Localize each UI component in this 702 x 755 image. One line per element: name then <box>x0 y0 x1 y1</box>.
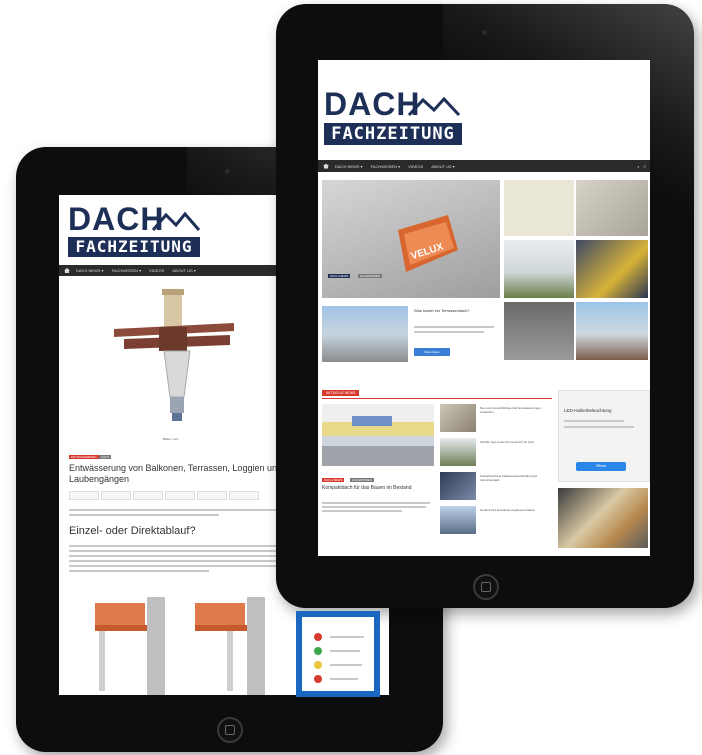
list-thumb[interactable] <box>440 438 476 466</box>
article-headline: Entwässerung von Balkonen, Terrassen, Lo… <box>69 463 282 484</box>
legend-red-dot <box>314 633 322 641</box>
camera <box>482 30 487 35</box>
hero-tag-fachwissen[interactable]: FACHWISSEN <box>358 274 382 278</box>
nav-item-fachwissen[interactable]: FACHWISSEN ▾ <box>112 268 142 273</box>
legend-card-inner <box>302 617 374 691</box>
front-screen: DACH FACHZEITUNG DACH NEWS ▾ FACHWISSEN … <box>318 60 650 556</box>
hero-window-graphic: VELUX <box>398 215 458 272</box>
legend-card <box>296 611 380 697</box>
share-button-1[interactable] <box>69 491 99 500</box>
thumb-roof-sheet[interactable] <box>576 180 648 236</box>
ad-image[interactable] <box>322 306 408 362</box>
list-item-2[interactable]: Schiffer legt neues Firmenarchiv für Hol… <box>480 440 550 444</box>
roof-logo-icon <box>408 96 460 116</box>
camera <box>225 169 230 174</box>
nav-item-fachwissen[interactable]: FACHWISSEN ▾ <box>371 164 401 169</box>
main-nav: DACH NEWS ▾ FACHWISSEN ▾ VIDEOS ABOUT US… <box>318 160 650 172</box>
hero-tag-news[interactable]: DACH NEWS <box>328 274 351 278</box>
list-thumb[interactable] <box>440 506 476 534</box>
section-label: AKTUELLE NEWS <box>322 390 360 396</box>
text-line <box>322 506 426 508</box>
share-button-3[interactable] <box>133 491 163 500</box>
side-ad-line <box>564 420 624 422</box>
menu-icon[interactable]: ≡ <box>644 164 646 169</box>
feature-title[interactable]: Kompaktdach für das Bauen im Bestand <box>322 485 432 491</box>
text-line <box>69 560 297 562</box>
side-ad-line <box>564 426 634 428</box>
feature-tag-fachwissen[interactable]: FACHWISSEN <box>350 478 374 482</box>
drain-product-image <box>114 289 234 421</box>
legend-green-dot <box>314 647 322 655</box>
thumb-flat-roof[interactable] <box>504 180 574 236</box>
thumb-church[interactable] <box>576 302 648 360</box>
list-item-1[interactable]: Neu und zukunftsfähige Dachentwässerunge… <box>480 406 550 414</box>
thumb-house[interactable] <box>504 240 574 298</box>
ad-text-line <box>414 326 494 328</box>
legend-line <box>330 664 362 666</box>
text-line <box>69 509 279 511</box>
text-line <box>69 550 294 552</box>
legend-yellow-dot <box>314 661 322 669</box>
legend-line <box>330 678 358 680</box>
home-button[interactable] <box>217 717 243 743</box>
nav-item-about[interactable]: ABOUT US ▾ <box>431 164 455 169</box>
nav-item-about[interactable]: ABOUT US ▾ <box>172 268 196 273</box>
nav-item-videos[interactable]: VIDEOS <box>408 164 423 169</box>
site-logo[interactable]: DACH <box>324 86 420 123</box>
section-heading: Einzel- oder Direktablauf? <box>69 525 196 537</box>
section-rule <box>322 398 552 399</box>
list-item-4[interactable]: Neuheit fürs Entwässerungsbauvorhaben <box>480 508 550 512</box>
side-ad-button[interactable]: Öffnen <box>576 462 626 471</box>
share-button-6[interactable] <box>229 491 259 500</box>
thumb-skylight[interactable] <box>504 302 574 360</box>
share-button-4[interactable] <box>165 491 195 500</box>
feature-tag-news[interactable]: DACH NEWS <box>322 478 345 482</box>
search-icon[interactable]: ⌕ <box>637 164 639 169</box>
roof-logo-icon <box>152 211 200 231</box>
nav-item-news[interactable]: DACH NEWS ▾ <box>335 164 363 169</box>
legend-red-dot <box>314 675 322 683</box>
text-line <box>69 555 301 557</box>
site-logo[interactable]: DACH <box>68 201 164 238</box>
site-logo-subtitle[interactable]: FACHZEITUNG <box>324 123 462 145</box>
ad-text-line <box>414 331 484 333</box>
list-thumb[interactable] <box>440 472 476 500</box>
list-item-3[interactable]: Kesselsteinfreie Kaltwasserbehandlung be… <box>480 474 550 482</box>
front-tablet: DACH FACHZEITUNG DACH NEWS ▾ FACHWISSEN … <box>276 4 694 608</box>
ad-title: Was kostet ein Terrassendach? <box>414 308 470 313</box>
ad-button[interactable]: Weiterlesen <box>414 348 450 356</box>
home-icon[interactable] <box>323 163 329 169</box>
thumb-machine[interactable] <box>576 240 648 298</box>
tag-entwaesserung[interactable]: ENTWÄSSERUNG <box>69 455 99 459</box>
side-image[interactable] <box>558 488 648 548</box>
share-button-2[interactable] <box>101 491 131 500</box>
site-logo-subtitle[interactable]: FACHZEITUNG <box>68 237 200 257</box>
text-line <box>322 502 430 504</box>
feature-image-compact-roof[interactable] <box>322 404 434 466</box>
text-line <box>69 545 299 547</box>
tag-haus[interactable]: HAUS <box>99 455 112 459</box>
nav-item-news[interactable]: DACH NEWS ▾ <box>76 268 104 273</box>
list-thumb[interactable] <box>440 404 476 432</box>
text-line <box>69 570 209 572</box>
home-icon[interactable] <box>64 268 70 273</box>
legend-line <box>330 636 364 638</box>
image-caption: Bilder: Loro <box>163 437 179 441</box>
text-line <box>69 565 289 567</box>
text-line <box>322 510 402 512</box>
text-line <box>69 514 219 516</box>
side-ad-title: LED-Hallenbeleuchtung <box>564 408 612 413</box>
share-button-5[interactable] <box>197 491 227 500</box>
nav-item-videos[interactable]: VIDEOS <box>149 268 164 273</box>
balcony-drawing <box>95 597 265 695</box>
home-button[interactable] <box>473 574 499 600</box>
legend-line <box>330 650 360 652</box>
